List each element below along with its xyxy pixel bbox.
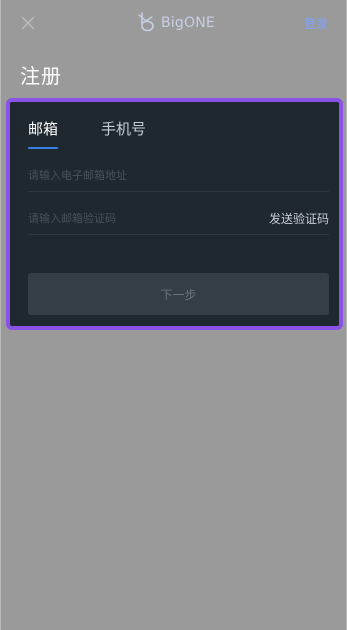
next-step-button[interactable]: 下一步 — [28, 273, 329, 315]
active-tab-indicator — [28, 147, 58, 149]
email-code-input[interactable] — [28, 208, 248, 228]
email-input[interactable] — [28, 165, 248, 185]
brand: BigONE — [136, 11, 215, 35]
bigone-logo-icon — [138, 12, 154, 32]
close-icon — [21, 16, 35, 30]
tab-email-label: 邮箱 — [28, 120, 59, 138]
brand-name: BigONE — [161, 15, 215, 31]
tab-email[interactable]: 邮箱 — [28, 118, 59, 149]
login-link[interactable]: 登录 — [304, 15, 328, 32]
send-code-button[interactable]: 发送验证码 — [269, 210, 329, 227]
code-field-row: 发送验证码 — [28, 204, 329, 235]
tab-phone[interactable]: 手机号 — [101, 118, 146, 147]
register-form-card: 邮箱 手机号 发送验证码 下一步 — [6, 98, 343, 330]
register-method-tabs: 邮箱 手机号 — [28, 118, 189, 149]
email-field-row — [28, 161, 329, 192]
top-bar: BigONE 登录 — [1, 0, 347, 46]
page-title: 注册 — [20, 64, 62, 88]
tab-phone-label: 手机号 — [101, 120, 147, 138]
close-button[interactable] — [20, 15, 36, 31]
register-screen: BigONE 登录 注册 邮箱 手机号 发送验证码 下一步 — [0, 0, 347, 630]
